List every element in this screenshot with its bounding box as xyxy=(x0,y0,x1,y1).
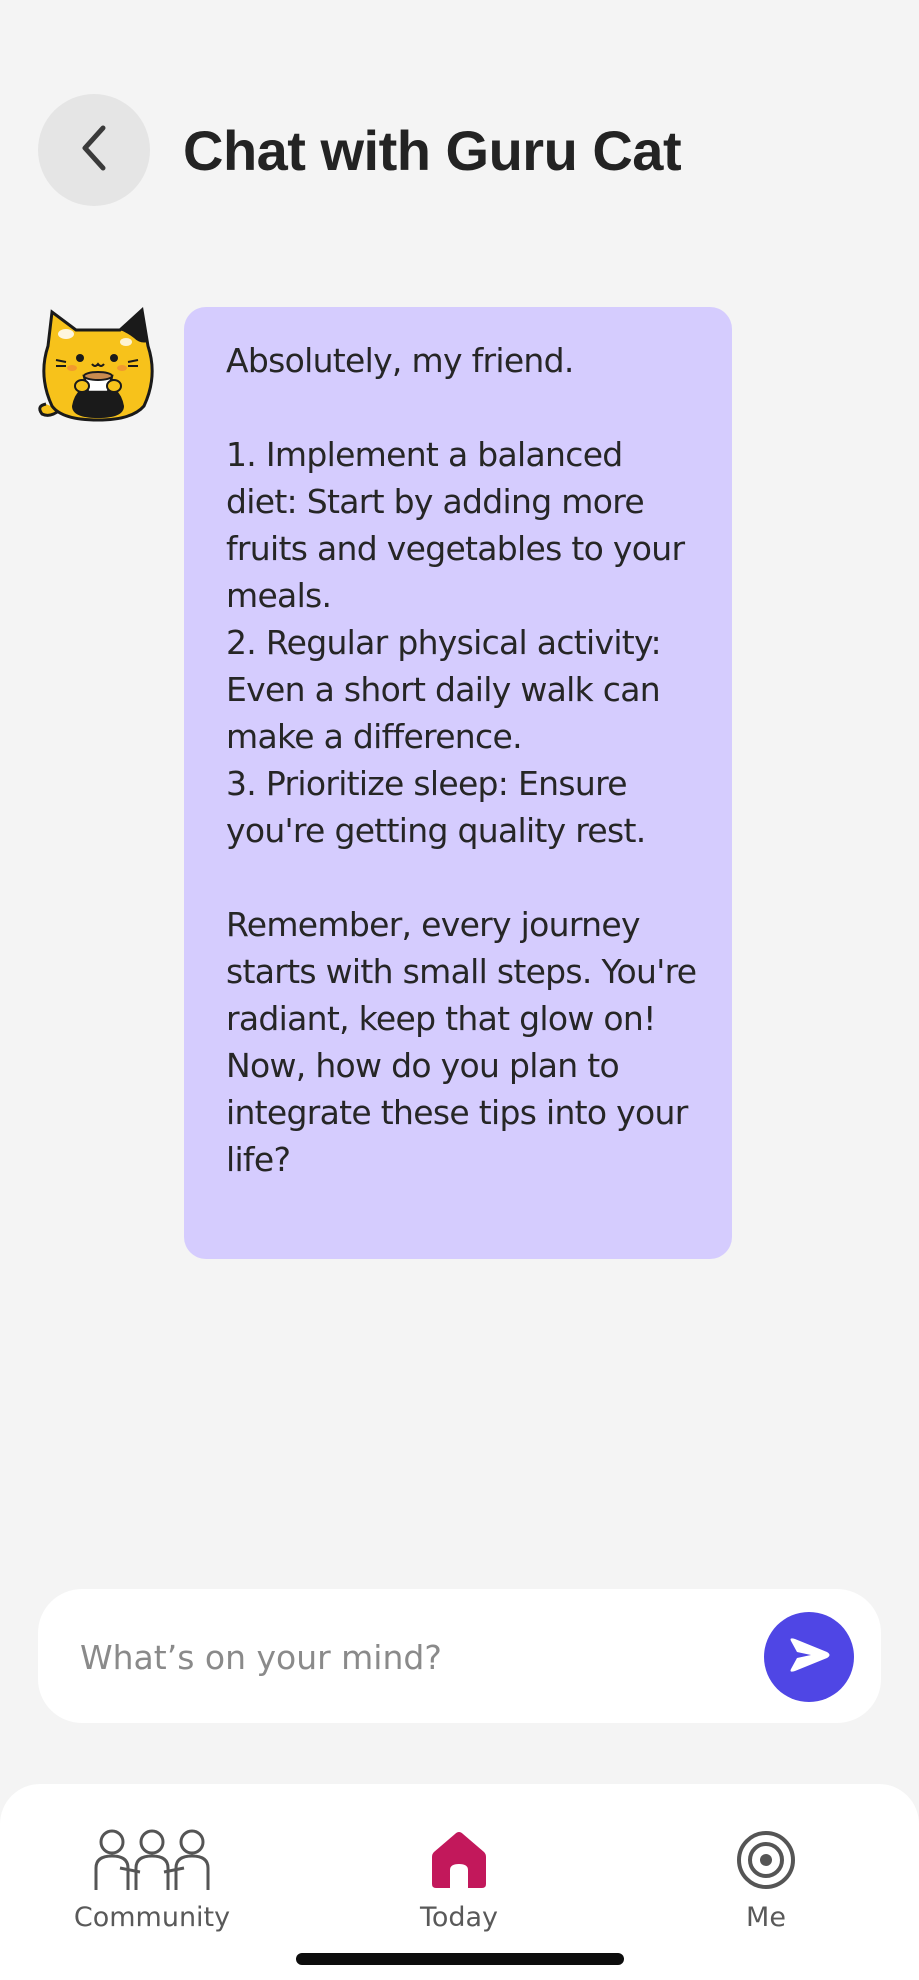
send-icon xyxy=(787,1637,831,1677)
page-title: Chat with Guru Cat xyxy=(183,118,682,182)
community-icon xyxy=(90,1828,214,1892)
home-indicator xyxy=(296,1953,624,1965)
home-icon xyxy=(430,1828,488,1892)
tab-label: Me xyxy=(746,1902,786,1933)
tab-me[interactable]: Me xyxy=(666,1828,866,1933)
chevron-left-icon xyxy=(79,123,109,177)
tab-label: Community xyxy=(73,1902,231,1933)
tab-bar: Community Today Me xyxy=(0,1784,919,1980)
tab-label: Today xyxy=(419,1902,499,1933)
back-button[interactable] xyxy=(38,94,150,206)
target-icon xyxy=(736,1828,796,1892)
guru-cat-avatar xyxy=(36,306,160,426)
send-button[interactable] xyxy=(764,1612,854,1702)
message-composer xyxy=(38,1589,881,1725)
assistant-message-text: Absolutely, my friend. 1. Implement a ba… xyxy=(226,341,697,1179)
assistant-message-bubble: Absolutely, my friend. 1. Implement a ba… xyxy=(184,307,732,1259)
header: Chat with Guru Cat xyxy=(38,94,682,206)
tab-community[interactable]: Community xyxy=(52,1828,252,1933)
tab-today[interactable]: Today xyxy=(359,1828,559,1933)
message-input[interactable] xyxy=(78,1589,762,1725)
